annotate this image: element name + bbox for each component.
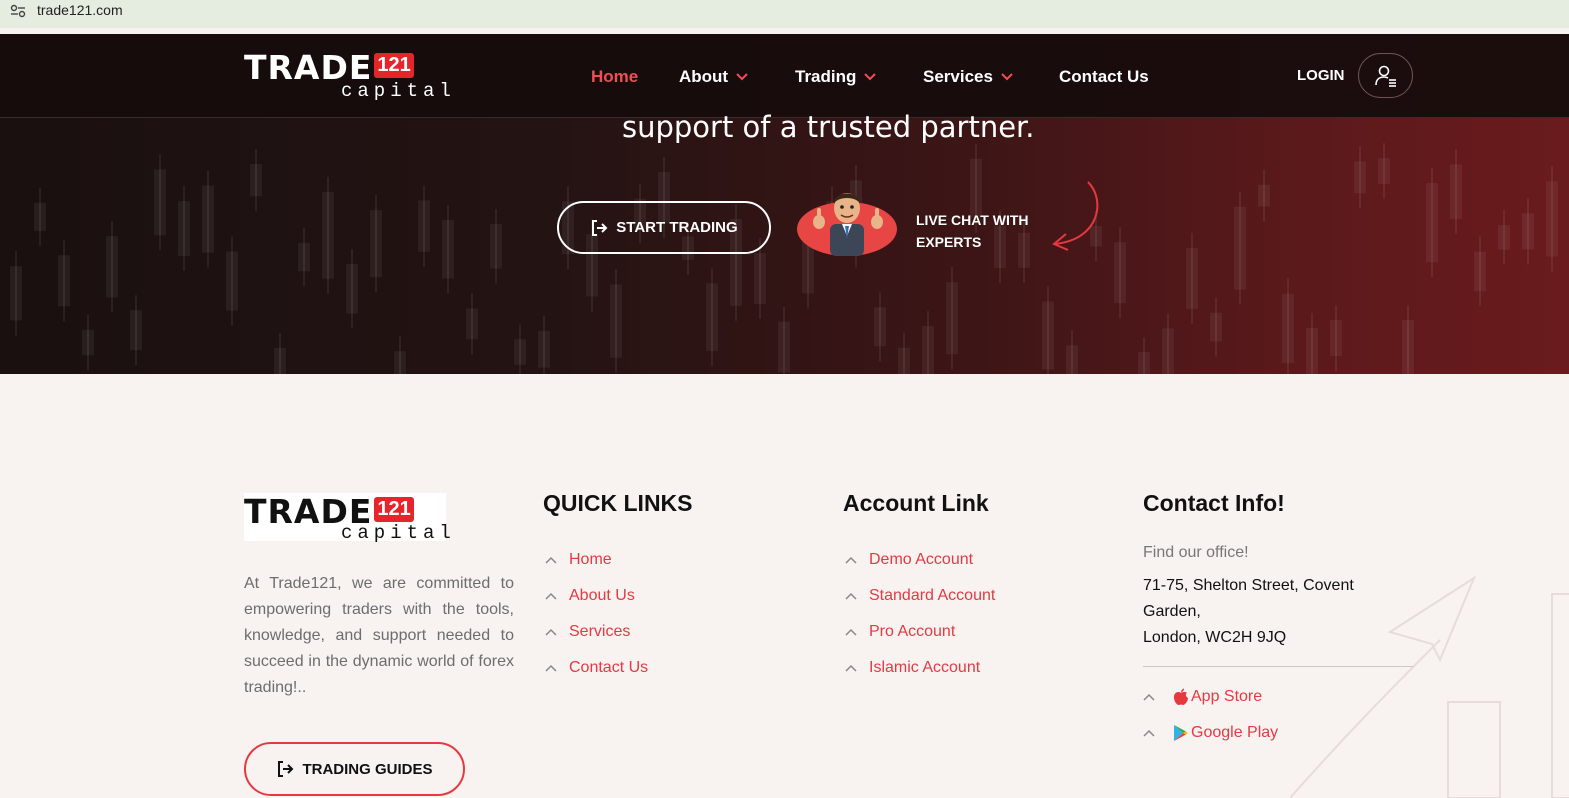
office-address: 71-75, Shelton Street, Covent Garden, Lo… <box>1143 573 1383 651</box>
address-line1: 71-75, Shelton Street, Covent Garden, <box>1143 577 1354 620</box>
quick-links-title: QUICK LINKS <box>543 490 693 516</box>
login-link[interactable]: LOGIN <box>1297 67 1345 84</box>
hero-tagline: support of a trusted partner. <box>622 110 1035 144</box>
brand-logo[interactable]: TRADE 121 capital <box>244 51 451 102</box>
chevron-up-icon <box>545 592 557 600</box>
account-link-islamic[interactable]: Islamic Account <box>845 650 995 686</box>
chevron-down-icon <box>1001 73 1013 81</box>
app-store-label: App Store <box>1191 688 1263 705</box>
account-link-pro[interactable]: Pro Account <box>845 614 995 650</box>
nav-services[interactable]: Services <box>923 67 1013 87</box>
nav-home-label: Home <box>591 67 639 86</box>
chat-expert-avatar[interactable] <box>797 184 897 256</box>
account-link-label: Pro Account <box>869 623 956 640</box>
login-arrow-icon <box>278 761 294 777</box>
nav-contact[interactable]: Contact Us <box>1059 67 1149 87</box>
trading-guides-button[interactable]: TRADING GUIDES <box>244 742 465 796</box>
quick-link-label: About Us <box>569 587 635 604</box>
account-link-demo[interactable]: Demo Account <box>845 542 995 578</box>
google-play-label: Google Play <box>1191 724 1279 741</box>
chevron-up-icon <box>545 664 557 672</box>
start-trading-button[interactable]: START TRADING <box>557 201 771 254</box>
quick-link-label: Home <box>569 551 612 568</box>
user-account-button[interactable] <box>1358 53 1413 98</box>
quick-link-about[interactable]: About Us <box>545 578 648 614</box>
nav-contact-label: Contact Us <box>1059 67 1149 86</box>
site-settings-icon[interactable] <box>10 4 26 18</box>
nav-trading-label: Trading <box>795 67 857 86</box>
logo-number: 121 <box>374 53 414 78</box>
quick-link-label: Contact Us <box>569 659 649 676</box>
live-chat-line2: EXPERTS <box>916 234 982 250</box>
footer-brand-logo[interactable]: TRADE 121 capital <box>244 493 451 544</box>
chevron-up-icon <box>845 556 857 564</box>
chevron-up-icon <box>845 592 857 600</box>
address-line2: London, WC2H 9JQ <box>1143 629 1287 646</box>
quick-link-home[interactable]: Home <box>545 542 648 578</box>
quick-link-label: Services <box>569 623 631 640</box>
nav-about[interactable]: About <box>679 67 748 87</box>
apple-icon <box>1174 688 1188 705</box>
hero-section: TRADE 121 capital Home About Trading Serv… <box>0 34 1569 374</box>
start-trading-label: START TRADING <box>616 219 738 236</box>
google-play-link[interactable]: Google Play <box>1143 715 1278 751</box>
google-play-icon <box>1174 725 1188 741</box>
nav-home[interactable]: Home <box>591 67 638 87</box>
user-icon <box>1374 65 1396 87</box>
footer-about-text: At Trade121, we are committed to empower… <box>244 575 514 696</box>
login-arrow-icon <box>592 219 608 236</box>
chevron-up-icon <box>845 664 857 672</box>
chevron-up-icon <box>1143 729 1155 737</box>
trading-guides-label: TRADING GUIDES <box>302 760 433 778</box>
address-bar[interactable]: trade121.com <box>0 0 1569 28</box>
quick-links-list: Home About Us Services Contact Us <box>545 542 648 686</box>
chevron-up-icon <box>545 628 557 636</box>
nav-trading[interactable]: Trading <box>795 67 877 87</box>
account-link-label: Standard Account <box>869 587 996 604</box>
chevron-up-icon <box>845 628 857 636</box>
live-chat-label[interactable]: LIVE CHAT WITH EXPERTS <box>916 209 1056 253</box>
chevron-up-icon <box>545 556 557 564</box>
account-links-list: Demo Account Standard Account Pro Accoun… <box>845 542 995 686</box>
logo-sub: capital <box>341 80 456 102</box>
account-link-standard[interactable]: Standard Account <box>845 578 995 614</box>
app-links-list: App Store Google Play <box>1143 679 1278 751</box>
chevron-up-icon <box>1143 693 1155 701</box>
account-links-title: Account Link <box>843 490 989 516</box>
nav-about-label: About <box>679 67 729 86</box>
navbar: TRADE 121 capital Home About Trading Serv… <box>0 34 1569 118</box>
curved-arrow-icon <box>1052 181 1099 251</box>
contact-divider <box>1143 666 1413 667</box>
account-link-label: Demo Account <box>869 551 974 568</box>
chevron-down-icon <box>736 73 748 81</box>
quick-link-contact[interactable]: Contact Us <box>545 650 648 686</box>
live-chat-line1: LIVE CHAT WITH <box>916 212 1029 228</box>
find-office-label: Find our office! <box>1143 544 1249 561</box>
contact-info-title: Contact Info! <box>1143 490 1285 516</box>
nav-services-label: Services <box>923 67 993 86</box>
chevron-down-icon <box>864 73 877 81</box>
url-text[interactable]: trade121.com <box>37 2 123 18</box>
app-store-link[interactable]: App Store <box>1143 679 1278 715</box>
footer-logo-sub: capital <box>341 522 456 544</box>
footer-logo-number: 121 <box>374 497 414 522</box>
quick-link-services[interactable]: Services <box>545 614 648 650</box>
account-link-label: Islamic Account <box>869 659 981 676</box>
